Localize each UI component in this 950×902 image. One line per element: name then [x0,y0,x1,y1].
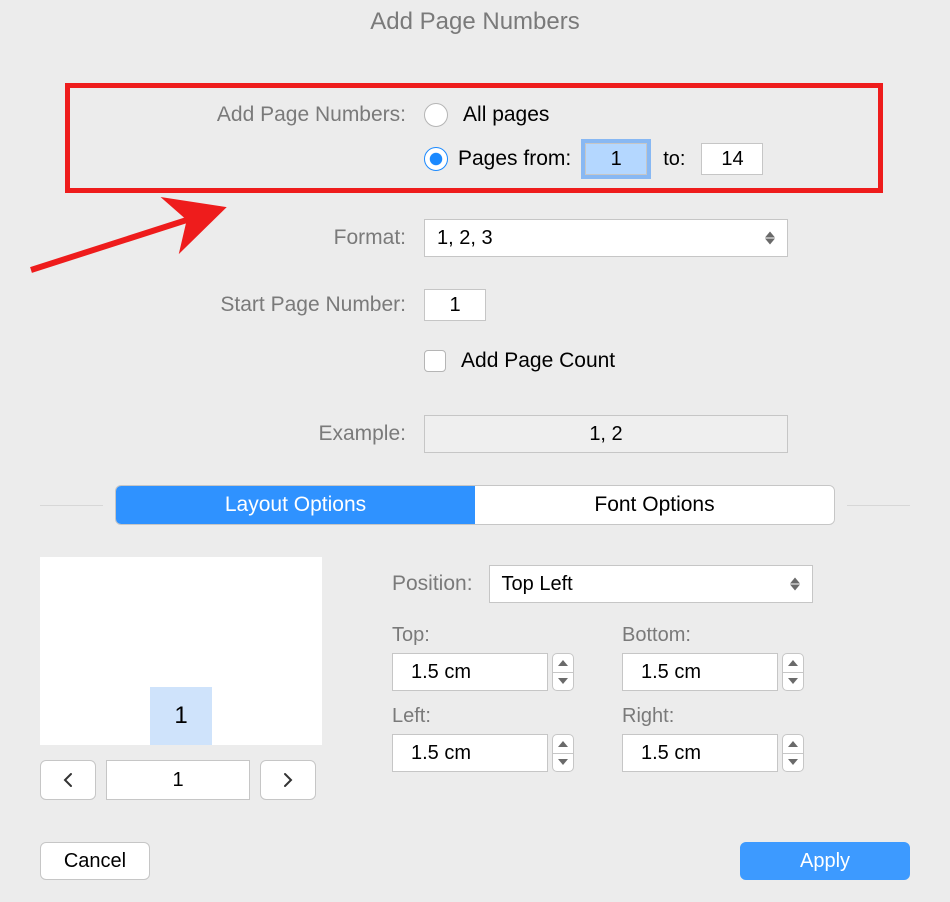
divider [847,505,910,506]
tab-layout-options[interactable]: Layout Options [116,486,475,524]
margin-right-stepper[interactable] [782,734,804,772]
position-select-value: Top Left [502,573,573,596]
margin-bottom-stepper[interactable] [782,653,804,691]
add-page-count-label: Add Page Count [461,349,615,372]
step-down-icon[interactable] [783,673,803,691]
margin-bottom-label: Bottom: [622,624,838,647]
position-select[interactable]: Top Left [489,565,813,603]
format-select-value: 1, 2, 3 [437,227,493,250]
start-page-number-input[interactable] [424,289,486,321]
position-label: Position: [392,572,473,596]
step-down-icon[interactable] [783,754,803,772]
example-label: Example: [0,422,406,446]
apply-button[interactable]: Apply [740,842,910,880]
start-page-number-label: Start Page Number: [0,293,406,317]
page-preview-number: 1 [150,687,212,745]
pages-from-input[interactable] [585,143,647,175]
add-page-numbers-label: Add Page Numbers: [0,103,406,127]
format-label: Format: [0,226,406,250]
radio-pages-from[interactable] [424,147,448,171]
radio-all-pages-label: All pages [463,103,549,126]
tab-font-options[interactable]: Font Options [475,486,834,524]
margin-left-stepper[interactable] [552,734,574,772]
divider [40,505,103,506]
chevron-down-icon [765,232,775,245]
format-select[interactable]: 1, 2, 3 [424,219,788,257]
margin-right-label: Right: [622,705,838,728]
margin-top-input[interactable] [392,653,548,691]
margin-left-input[interactable] [392,734,548,772]
step-down-icon[interactable] [553,673,573,691]
cancel-button[interactable]: Cancel [40,842,150,880]
step-up-icon[interactable] [553,735,573,754]
page-preview: 1 [40,557,322,745]
step-up-icon[interactable] [553,654,573,673]
margin-top-stepper[interactable] [552,653,574,691]
annotation-highlight-box [65,83,883,193]
margin-top-label: Top: [392,624,592,647]
margin-left-label: Left: [392,705,592,728]
chevron-down-icon [790,578,800,591]
add-page-count-checkbox[interactable] [424,350,446,372]
radio-all-pages[interactable] [424,103,448,127]
dialog-title: Add Page Numbers [0,0,950,36]
step-up-icon[interactable] [783,654,803,673]
pages-to-label: to: [663,148,685,171]
step-down-icon[interactable] [553,754,573,772]
margin-bottom-input[interactable] [622,653,778,691]
preview-page-input[interactable] [106,760,250,800]
example-value: 1, 2 [424,415,788,453]
preview-next-button[interactable] [260,760,316,800]
margin-right-input[interactable] [622,734,778,772]
radio-pages-from-label: Pages from: [458,147,571,171]
step-up-icon[interactable] [783,735,803,754]
preview-prev-button[interactable] [40,760,96,800]
pages-to-input[interactable] [701,143,763,175]
